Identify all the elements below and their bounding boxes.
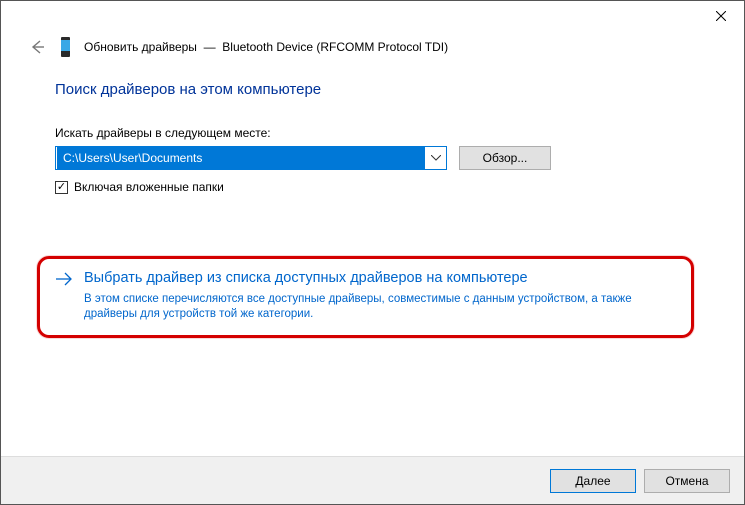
arrow-right-icon xyxy=(54,270,74,291)
close-button[interactable] xyxy=(698,1,744,31)
path-value[interactable]: C:\Users\User\Documents xyxy=(57,147,425,169)
page-heading: Поиск драйверов на этом компьютере xyxy=(55,81,690,98)
include-subfolders-row[interactable]: ✓ Включая вложенные папки xyxy=(55,180,690,194)
wizard-header: Обновить драйверы — Bluetooth Device (RF… xyxy=(1,31,744,67)
path-row: C:\Users\User\Documents Обзор... xyxy=(55,146,690,170)
cancel-button[interactable]: Отмена xyxy=(644,469,730,493)
path-combobox[interactable]: C:\Users\User\Documents xyxy=(55,146,447,170)
include-subfolders-label: Включая вложенные папки xyxy=(74,180,224,194)
back-button[interactable] xyxy=(27,37,47,57)
pick-from-list-option[interactable]: Выбрать драйвер из списка доступных драй… xyxy=(54,269,677,323)
titlebar xyxy=(1,1,744,31)
device-icon xyxy=(61,37,70,57)
title-device: Bluetooth Device (RFCOMM Protocol TDI) xyxy=(222,40,448,54)
pick-from-list-option-highlight: Выбрать драйвер из списка доступных драй… xyxy=(37,256,694,338)
option-title: Выбрать драйвер из списка доступных драй… xyxy=(84,269,677,288)
browse-button[interactable]: Обзор... xyxy=(459,146,551,170)
footer: Далее Отмена xyxy=(1,456,744,504)
window-title: Обновить драйверы — Bluetooth Device (RF… xyxy=(84,40,448,54)
path-label: Искать драйверы в следующем месте: xyxy=(55,126,690,140)
title-prefix: Обновить драйверы xyxy=(84,40,197,54)
option-text: Выбрать драйвер из списка доступных драй… xyxy=(84,269,677,323)
close-icon xyxy=(716,11,726,21)
next-button[interactable]: Далее xyxy=(550,469,636,493)
arrow-left-icon xyxy=(28,38,46,56)
option-description: В этом списке перечисляются все доступны… xyxy=(84,292,677,323)
chevron-down-icon[interactable] xyxy=(426,155,446,161)
include-subfolders-checkbox[interactable]: ✓ xyxy=(55,181,68,194)
content-area: Поиск драйверов на этом компьютере Искат… xyxy=(1,67,744,338)
